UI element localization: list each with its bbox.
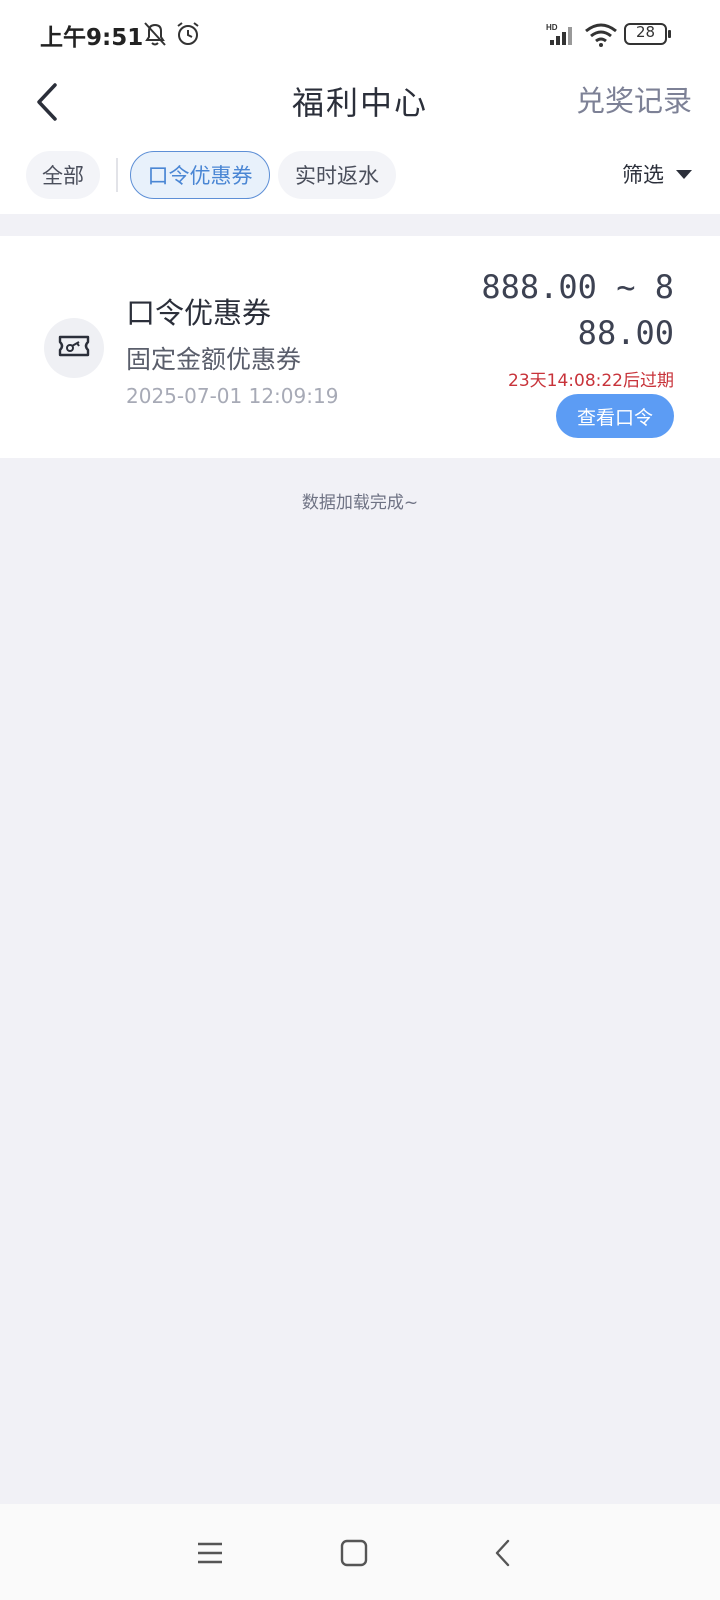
battery-level: 28 (635, 23, 656, 41)
redemption-records-link[interactable]: 兑奖记录 (576, 78, 692, 120)
chevron-left-icon (484, 1539, 524, 1578)
coupon-date: 2025-07-01 12:09:19 (126, 384, 339, 408)
coupon-title: 口令优惠券 (126, 296, 272, 330)
wifi-icon (584, 22, 618, 52)
coupon-subtitle: 固定金额优惠券 (126, 345, 302, 374)
alarm-icon (174, 20, 202, 52)
coupon-amount-range: 888.00 ~ 888.00 (481, 268, 674, 352)
tab-bar: 全部 口令优惠券 实时返水 筛选 (0, 140, 720, 214)
ticket-key-icon (57, 332, 91, 364)
status-bar: 上午9:51 HD 28 (0, 0, 720, 70)
caret-down-icon (676, 169, 692, 179)
coupon-icon-badge (44, 318, 104, 378)
svg-text:HD: HD (546, 23, 558, 32)
coupon-card: 口令优惠券 固定金额优惠券 2025-07-01 12:09:19 888.00… (0, 236, 720, 458)
tab-all[interactable]: 全部 (26, 151, 100, 199)
tab-divider (116, 158, 118, 192)
menu-icon (190, 1542, 230, 1578)
square-icon (334, 1539, 374, 1578)
view-code-button[interactable]: 查看口令 (556, 394, 674, 438)
list-end-message: 数据加载完成~ (301, 493, 419, 513)
home-button[interactable] (334, 1534, 374, 1574)
header: 福利中心 兑奖记录 (0, 70, 720, 140)
coupon-expiry-countdown: 23天14:08:22后过期 (508, 371, 674, 391)
tab-password-coupon[interactable]: 口令优惠券 (130, 151, 270, 199)
filter-button[interactable]: 筛选 (622, 154, 692, 194)
bell-muted-icon (142, 20, 168, 52)
tab-realtime-rebate[interactable]: 实时返水 (278, 151, 396, 199)
system-nav-bar (0, 1504, 720, 1600)
signal-hd-icon: HD (546, 22, 578, 50)
menu-button[interactable] (190, 1534, 230, 1574)
status-time: 上午9:51 (40, 25, 144, 51)
system-back-button[interactable] (484, 1534, 524, 1574)
filter-label: 筛选 (622, 163, 664, 187)
